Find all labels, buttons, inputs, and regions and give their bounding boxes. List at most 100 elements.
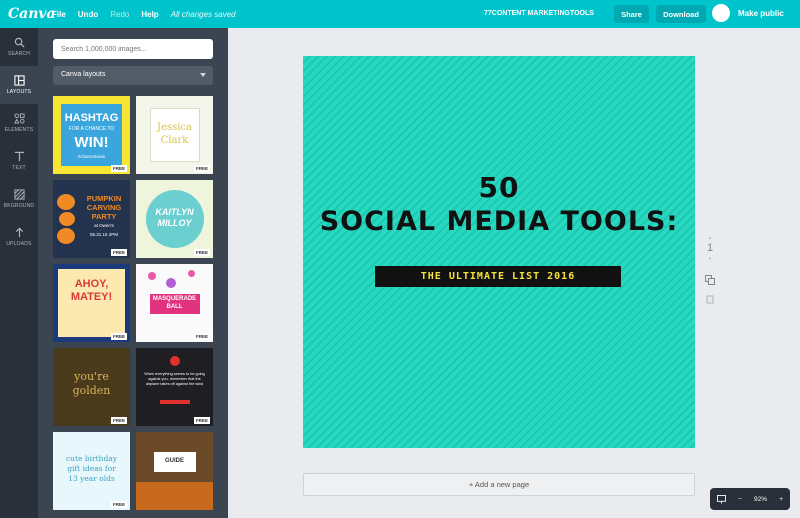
pumpkin-shape-2 (59, 212, 75, 226)
template-ahoy-l1: AHOY, (74, 278, 109, 290)
make-public-toggle[interactable]: Make public (712, 4, 784, 22)
text-icon (14, 151, 24, 162)
download-button[interactable]: Download (656, 5, 706, 23)
rail-layouts-label: LAYOUTS (6, 89, 32, 95)
free-badge: FREE (110, 165, 127, 172)
quote-icon (170, 356, 180, 366)
uploads-icon (15, 227, 23, 238)
zoom-control: − 92% + (710, 488, 790, 510)
zoom-in-button[interactable]: + (779, 496, 783, 503)
rail-uploads[interactable]: UPLOADS (0, 218, 38, 256)
chevron-up-icon[interactable]: ▲ (705, 235, 715, 240)
rail-text-label: TEXT (12, 165, 26, 171)
template-hashtag-tag: #chancetowin (77, 154, 106, 159)
template-kaitlyn-l1: KAITLYN (155, 207, 194, 217)
template-ahoy-matey[interactable]: AHOY, MATEY! FREE (53, 264, 130, 342)
template-birthday-l3: 13 year olds (68, 474, 115, 483)
rail-layouts[interactable]: LAYOUTS (0, 66, 38, 104)
add-page-button[interactable]: + Add a new page (303, 473, 695, 496)
template-pumpkin-l5: 05.31.15 2PM (89, 232, 119, 237)
elements-icon (13, 113, 25, 124)
free-badge: FREE (110, 501, 127, 508)
template-birthday-l2: gift ideas for (67, 464, 116, 473)
menu-redo[interactable]: Redo (110, 10, 129, 19)
template-autumn-l1: GUIDE (164, 458, 184, 464)
layout-source-select[interactable]: Canva layouts (53, 66, 213, 85)
headline-number[interactable]: 50 (303, 171, 695, 204)
confetti-dot-2 (166, 278, 176, 288)
template-pumpkin-l4: at Owen's (94, 223, 114, 228)
confetti-dot-1 (148, 272, 156, 280)
free-badge: FREE (110, 249, 127, 256)
rail-search-label: SEARCH (7, 51, 31, 57)
zoom-level: 92% (754, 495, 768, 503)
free-badge: FREE (193, 333, 210, 340)
chevron-down-icon (200, 73, 206, 77)
free-badge: FREE (193, 249, 210, 256)
template-pumpkin-l2: CARVING (86, 203, 122, 212)
make-public-label: Make public (738, 8, 784, 18)
template-jessica-surname: Clark (160, 135, 189, 146)
search-icon (14, 37, 25, 48)
delete-page-icon[interactable] (705, 294, 715, 307)
headline-title[interactable]: SOCIAL MEDIA TOOLS: (303, 206, 695, 237)
template-airplane-bar (160, 400, 190, 404)
template-masquerade-l1: MASQUERADE (152, 296, 197, 302)
template-pumpkin-l1: PUMPKIN (86, 194, 122, 203)
template-kaitlyn-l2: MILLOY (157, 218, 192, 228)
template-golden-l2: golden (72, 384, 111, 397)
template-hashtag-title: HASHTAG (64, 112, 119, 124)
document-title[interactable]: 77CONTENT MARKETINGTOOLS (484, 10, 594, 17)
template-hashtag-sub: FOR A CHANCE TO (68, 126, 115, 132)
menu-help[interactable]: Help (141, 10, 158, 19)
menu-undo[interactable]: Undo (78, 10, 98, 19)
rail-background-label: BKGROUND (3, 203, 35, 209)
template-pumpkin-l3: PARTY (91, 212, 117, 221)
page-number: 1 (706, 242, 714, 254)
copy-page-icon[interactable] (705, 275, 715, 288)
rail-background[interactable]: BKGROUND (0, 180, 38, 218)
template-jessica-name: Jessica (157, 122, 192, 133)
template-kaitlyn-milloy[interactable]: KAITLYN MILLOY FREE (136, 180, 213, 258)
template-golden-l1: you're (74, 370, 109, 383)
layout-source-value: Canva layouts (61, 71, 106, 78)
template-masquerade-ball[interactable]: MASQUERADE BALL FREE (136, 264, 213, 342)
template-hashtag-win: WIN! (74, 134, 109, 151)
rail-elements[interactable]: ELEMENTS (0, 104, 38, 142)
zoom-out-button[interactable]: − (738, 496, 742, 503)
template-airplane-quote[interactable]: When everything seems to be going agains… (136, 348, 213, 426)
subtitle-banner[interactable]: THE ULTIMATE LIST 2016 (375, 266, 621, 287)
template-birthday-l1: cute birthday (65, 454, 117, 463)
rail-text[interactable]: TEXT (0, 142, 38, 180)
layouts-icon (13, 75, 25, 86)
pumpkin-shape-3 (57, 228, 75, 244)
template-pumpkin-party[interactable]: PUMPKIN CARVING PARTY at Owen's 05.31.15… (53, 180, 130, 258)
layouts-panel: Canva layouts HASHTAG FOR A CHANCE TO WI… (38, 28, 228, 518)
design-page[interactable]: 50 SOCIAL MEDIA TOOLS: THE ULTIMATE LIST… (303, 56, 695, 448)
template-pumpkin-text: PUMPKIN CARVING PARTY at Owen's 05.31.15… (79, 194, 129, 239)
free-badge: FREE (110, 417, 127, 424)
menu-file[interactable]: File (52, 10, 66, 19)
left-rail: SEARCH LAYOUTS ELEMENTS TEXT BKGROUND UP… (0, 28, 38, 518)
template-airplane-text: When everything seems to be going agains… (144, 372, 205, 386)
chevron-down-icon[interactable]: ▼ (705, 256, 715, 261)
template-autumn-guide[interactable]: GUIDE (136, 432, 213, 510)
template-ahoy-l2: MATEY! (70, 291, 113, 303)
presentation-icon[interactable] (717, 494, 726, 504)
canva-logo[interactable]: Canva (0, 6, 56, 22)
autumn-leaves (136, 482, 213, 510)
pumpkin-shape-1 (57, 194, 75, 210)
template-jessica-clark[interactable]: Jessica Clark FREE (136, 96, 213, 174)
free-badge: FREE (193, 417, 210, 424)
share-button[interactable]: Share (614, 5, 649, 23)
toggle-knob (712, 4, 730, 22)
rail-elements-label: ELEMENTS (4, 127, 34, 133)
rail-search[interactable]: SEARCH (0, 28, 38, 66)
rail-uploads-label: UPLOADS (6, 241, 32, 247)
page-tools: ▲ 1 ▼ (705, 235, 715, 307)
save-status: All changes saved (170, 9, 236, 19)
template-hashtag[interactable]: HASHTAG FOR A CHANCE TO WIN! #chancetowi… (53, 96, 130, 174)
template-youre-golden[interactable]: you're golden FREE (53, 348, 130, 426)
image-search-input[interactable] (53, 39, 213, 59)
template-birthday-gifts[interactable]: cute birthday gift ideas for 13 year old… (53, 432, 130, 510)
